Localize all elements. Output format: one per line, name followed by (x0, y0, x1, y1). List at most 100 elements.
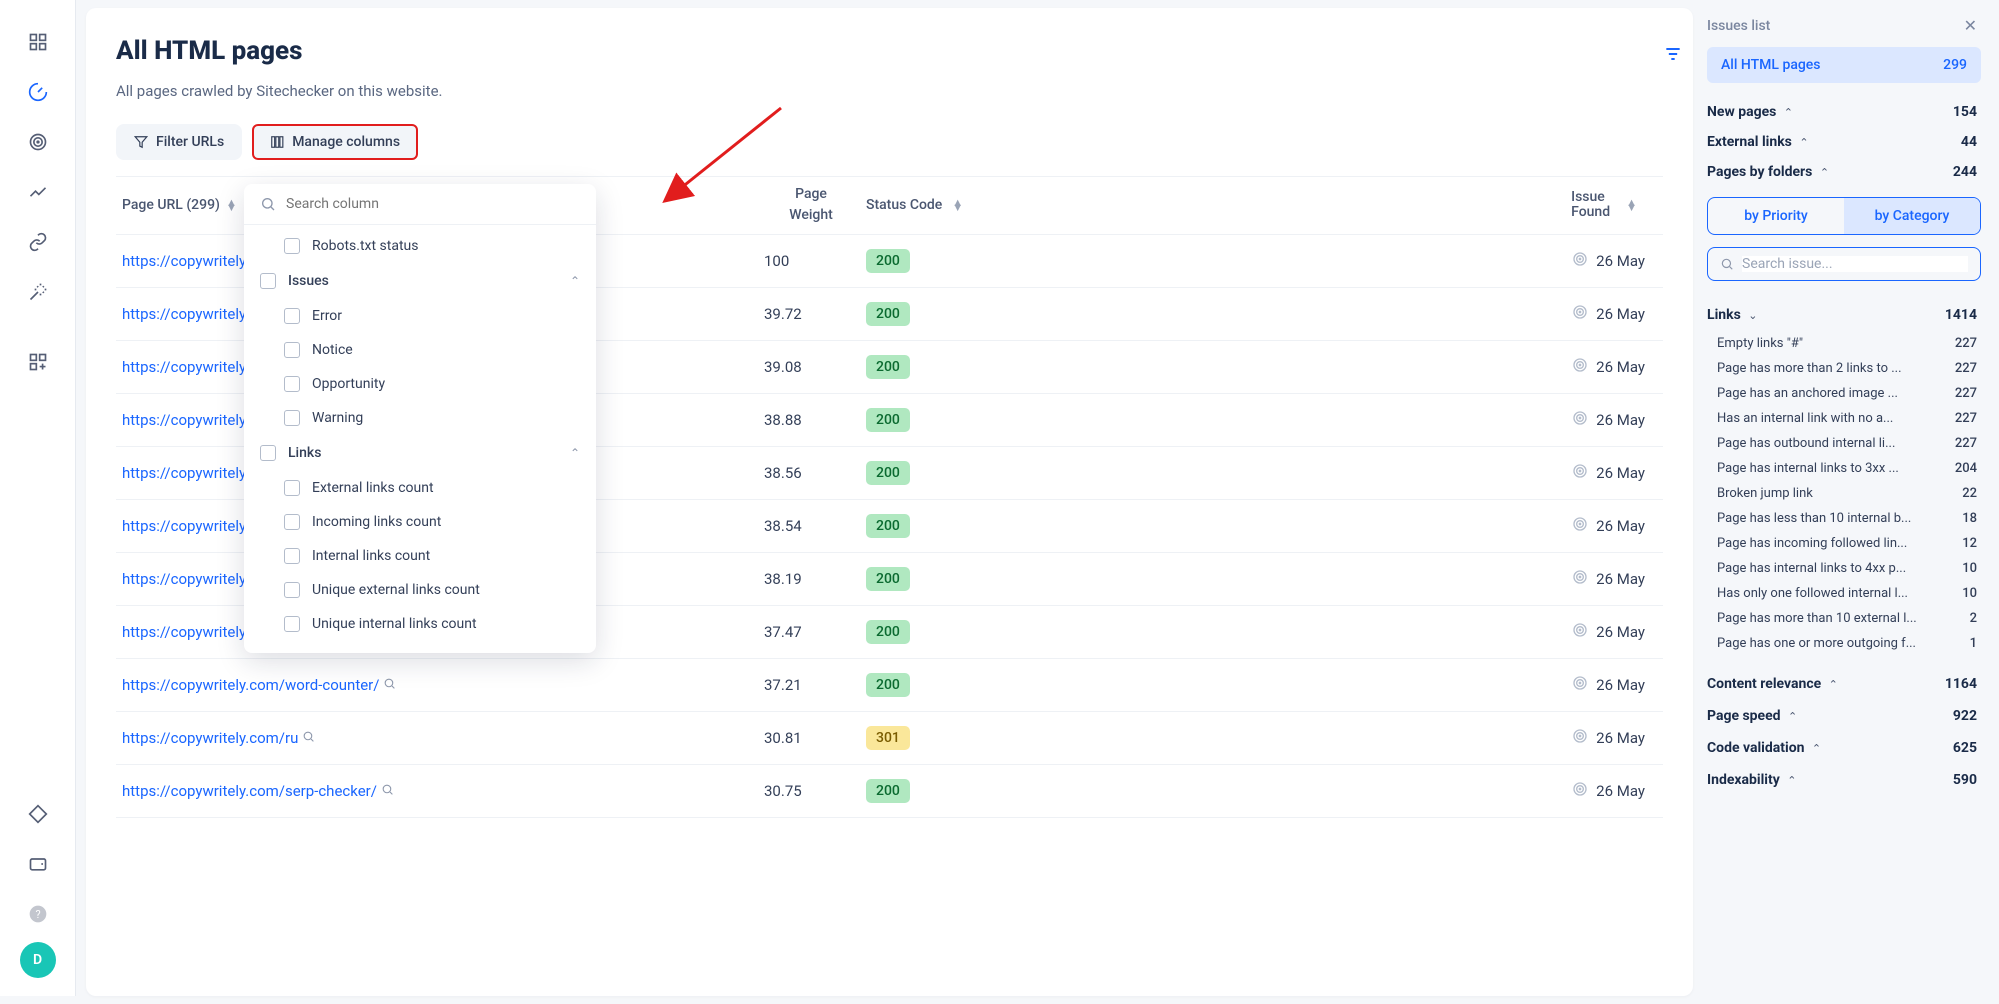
issue-item[interactable]: Empty links "#"227 (1707, 331, 1981, 356)
magnify-icon[interactable] (383, 679, 396, 694)
column-option[interactable]: Notice (244, 333, 596, 367)
column-option[interactable]: Warning (244, 401, 596, 435)
nav-diamond-icon[interactable] (16, 792, 60, 836)
column-option[interactable]: Error (244, 299, 596, 333)
col-header-weight[interactable]: Page Weight (756, 187, 866, 224)
nav-link-icon[interactable] (16, 220, 60, 264)
nav-wallet-icon[interactable] (16, 842, 60, 886)
chevron-up-icon: ⌃ (1829, 678, 1838, 691)
page-url-link[interactable]: https://copywritely.com/word-counter/ (122, 676, 379, 694)
target-icon (1572, 622, 1588, 642)
col-header-issue[interactable]: IssueFound ▲▼ (1046, 190, 1663, 221)
cell-weight: 39.72 (756, 305, 866, 323)
issue-item[interactable]: Page has more than 10 external l...2 (1707, 606, 1981, 631)
all-html-pages-pill[interactable]: All HTML pages 299 (1707, 47, 1981, 83)
status-badge: 200 (866, 779, 910, 803)
sort-icon[interactable] (1663, 44, 1683, 68)
issue-group[interactable]: Page speed ⌃922 (1707, 700, 1981, 732)
cell-issue-found: 26 May (1046, 357, 1663, 377)
issue-item[interactable]: Page has internal links to 4xx p...10 (1707, 556, 1981, 581)
target-icon (1572, 675, 1588, 695)
column-option[interactable]: Incoming links count (244, 505, 596, 539)
issues-panel: Issues list ✕ All HTML pages 299 New pag… (1693, 8, 1989, 1004)
column-option[interactable]: Unique external links count (244, 573, 596, 607)
checkbox-icon (284, 514, 300, 530)
column-option[interactable]: External links count (244, 471, 596, 505)
issue-item[interactable]: Page has more than 2 links to ...227 (1707, 356, 1981, 381)
page-url-link[interactable]: https://copywritely.com/serp-checker/ (122, 782, 377, 800)
nav-help-icon[interactable]: ? (16, 892, 60, 936)
cell-status: 200 (866, 306, 1046, 322)
column-option[interactable]: Opportunity (244, 367, 596, 401)
column-option[interactable]: Robots.txt status (244, 229, 596, 263)
section-row[interactable]: External links ⌃44 (1707, 127, 1981, 157)
checkbox-icon (284, 480, 300, 496)
issue-item[interactable]: Page has incoming followed lin...12 (1707, 531, 1981, 556)
magnify-icon[interactable] (302, 732, 315, 747)
issue-search[interactable] (1707, 247, 1981, 281)
links-group-header[interactable]: Links ⌄ 1414 (1707, 299, 1981, 331)
cell-status: 200 (866, 783, 1046, 799)
checkbox-icon (284, 342, 300, 358)
issue-item[interactable]: Has an internal link with no a...227 (1707, 406, 1981, 431)
status-badge: 200 (866, 673, 910, 697)
dropdown-search-input[interactable] (286, 196, 580, 212)
column-option[interactable]: Unique internal links count (244, 607, 596, 641)
filter-urls-button[interactable]: Filter URLs (116, 124, 242, 160)
sort-icon: ▲▼ (226, 200, 237, 210)
status-badge: 200 (866, 302, 910, 326)
status-badge: 301 (866, 726, 910, 750)
cell-weight: 38.56 (756, 464, 866, 482)
page-url-link[interactable]: https://copywritely.com/ru (122, 729, 298, 747)
issue-group[interactable]: Content relevance ⌃1164 (1707, 668, 1981, 700)
target-icon (1572, 569, 1588, 589)
cell-weight: 30.81 (756, 729, 866, 747)
toolbar: Filter URLs Manage columns (116, 124, 1663, 160)
issue-item[interactable]: Page has outbound internal li...227 (1707, 431, 1981, 456)
cell-issue-found: 26 May (1046, 728, 1663, 748)
status-badge: 200 (866, 620, 910, 644)
issue-item[interactable]: Broken jump link22 (1707, 481, 1981, 506)
manage-columns-dropdown[interactable]: Robots.txt status Issues ⌃ ErrorNoticeOp… (244, 184, 596, 653)
cell-weight: 100 (756, 252, 866, 270)
issue-item[interactable]: Page has less than 10 internal b...18 (1707, 506, 1981, 531)
issue-search-input[interactable] (1742, 256, 1968, 272)
status-badge: 200 (866, 461, 910, 485)
table-row: https://copywritely.com/serp-checker/ 30… (116, 765, 1663, 818)
cell-status: 200 (866, 412, 1046, 428)
section-row[interactable]: Pages by folders ⌃244 (1707, 157, 1981, 187)
nav-dashboard-icon[interactable] (16, 20, 60, 64)
magnify-icon[interactable] (381, 785, 394, 800)
chevron-up-icon: ⌃ (1784, 106, 1793, 119)
nav-wand-icon[interactable] (16, 270, 60, 314)
col-header-status[interactable]: Status Code ▲▼ (866, 197, 1046, 213)
nav-apps-icon[interactable] (16, 340, 60, 384)
page-title: All HTML pages (116, 36, 1663, 66)
close-icon[interactable]: ✕ (1964, 16, 1977, 35)
issue-group[interactable]: Code validation ⌃625 (1707, 732, 1981, 764)
column-option[interactable]: Internal links count (244, 539, 596, 573)
nav-speed-icon[interactable] (16, 70, 60, 114)
nav-trend-icon[interactable] (16, 170, 60, 214)
cell-weight: 37.21 (756, 676, 866, 694)
cell-issue-found: 26 May (1046, 516, 1663, 536)
column-group-issues[interactable]: Issues ⌃ (244, 263, 596, 299)
left-nav: ? D (0, 0, 76, 996)
issue-item[interactable]: Page has an anchored image ...227 (1707, 381, 1981, 406)
section-row[interactable]: New pages ⌃154 (1707, 97, 1981, 127)
issue-item[interactable]: Page has internal links to 3xx ...204 (1707, 456, 1981, 481)
checkbox-icon (284, 376, 300, 392)
issue-group[interactable]: Indexability ⌃590 (1707, 764, 1981, 796)
svg-text:?: ? (35, 908, 40, 921)
issue-item[interactable]: Has only one followed internal l...10 (1707, 581, 1981, 606)
tab-category[interactable]: by Category (1844, 198, 1980, 234)
issue-item[interactable]: Page has one or more outgoing f...1 (1707, 631, 1981, 656)
status-badge: 200 (866, 514, 910, 538)
target-icon (1572, 781, 1588, 801)
avatar[interactable]: D (20, 942, 56, 978)
tab-priority[interactable]: by Priority (1708, 198, 1844, 234)
column-group-links[interactable]: Links ⌃ (244, 435, 596, 471)
cell-status: 200 (866, 571, 1046, 587)
manage-columns-button[interactable]: Manage columns (252, 124, 418, 160)
nav-target-icon[interactable] (16, 120, 60, 164)
